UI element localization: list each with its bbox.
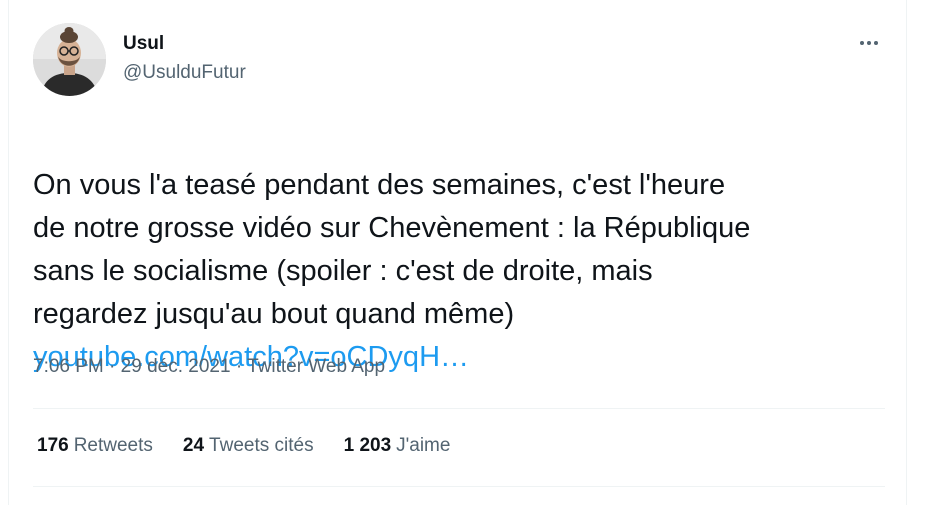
tweet-source[interactable]: Twitter Web App — [247, 356, 385, 377]
divider-top — [33, 408, 885, 409]
meta-separator: · — [109, 356, 116, 377]
avatar-photo — [33, 23, 106, 96]
more-options-button[interactable] — [852, 28, 886, 58]
tweet-time[interactable]: 7:06 PM — [33, 356, 104, 377]
tweet-stats: 176 Retweets 24 Tweets cités 1 203 J'aime — [37, 434, 450, 458]
quotes-count: 24 — [182, 435, 205, 456]
right-border — [906, 0, 907, 505]
retweets-stat[interactable]: 176 Retweets — [37, 434, 153, 458]
tweet-card: Usul @UsulduFutur On vous l'a teasé pend… — [0, 0, 934, 505]
likes-count: 1 203 — [343, 435, 392, 456]
retweets-label: Retweets — [73, 435, 153, 456]
avatar[interactable] — [33, 23, 106, 96]
likes-stat[interactable]: 1 203 J'aime — [344, 434, 451, 458]
left-border — [8, 0, 9, 505]
author-display-name[interactable]: Usul — [123, 32, 164, 56]
tweet-meta: 7:06 PM · 29 déc. 2021 · Twitter Web App — [33, 355, 385, 379]
divider-bottom — [33, 486, 885, 487]
author-handle[interactable]: @UsulduFutur — [123, 61, 246, 85]
tweet-date[interactable]: 29 déc. 2021 — [121, 356, 231, 377]
more-horizontal-icon — [860, 41, 878, 45]
quotes-label: Tweets cités — [209, 435, 314, 456]
quotes-stat[interactable]: 24 Tweets cités — [183, 434, 314, 458]
meta-separator: · — [235, 356, 243, 377]
likes-label: J'aime — [396, 435, 451, 456]
retweets-count: 176 — [37, 435, 69, 456]
tweet-text: On vous l'a teasé pendant des semaines, … — [33, 169, 751, 330]
